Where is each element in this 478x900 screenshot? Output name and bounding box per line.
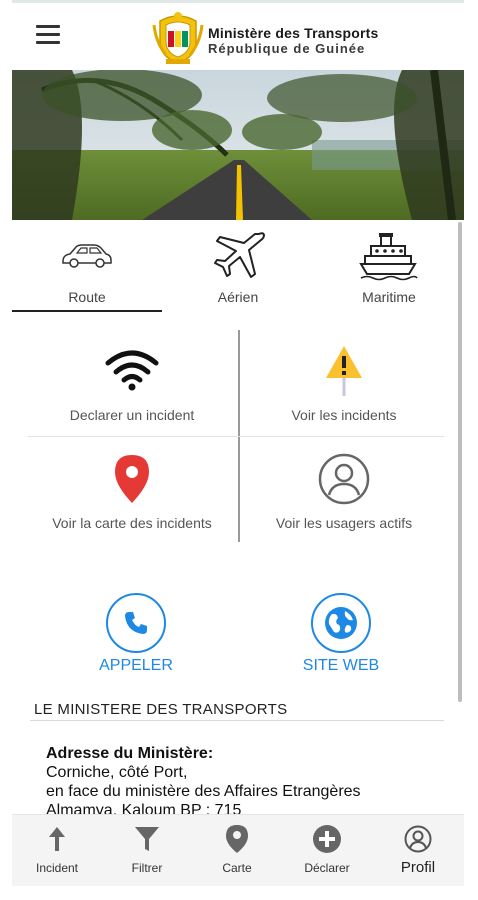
bottom-navigation: Incident Filtrer Carte Déclarer Profil	[12, 814, 464, 886]
active-users-label: Voir les usagers actifs	[275, 515, 413, 531]
declare-incident-label: Declarer un incident	[69, 407, 195, 423]
app-screen: Ministère des Transports République de G…	[12, 0, 464, 900]
nav-map-label: Carte	[222, 861, 252, 875]
nav-filter[interactable]: Filtrer	[102, 815, 192, 887]
call-button[interactable]: APPELER	[66, 593, 206, 683]
road-hero-image	[12, 70, 464, 220]
nav-filter-label: Filtrer	[131, 861, 163, 875]
website-button[interactable]: SITE WEB	[271, 593, 411, 683]
address-line-2: en face du ministère des Affaires Etrang…	[46, 783, 361, 800]
nav-incident[interactable]: Incident	[12, 815, 102, 887]
airplane-icon	[214, 232, 265, 278]
address-heading: Adresse du Ministère:	[46, 745, 214, 762]
nav-profile-label: Profil	[400, 859, 436, 876]
map-pin-icon	[115, 455, 149, 503]
view-incidents-tile[interactable]: Voir les incidents	[240, 330, 448, 434]
ministry-section-title: LE MINISTERE DES TRANSPORTS	[34, 701, 288, 718]
app-header: Ministère des Transports République de G…	[12, 3, 464, 70]
location-pin-icon	[226, 825, 248, 853]
wifi-signal-icon	[105, 350, 159, 391]
incidents-map-label: Voir la carte des incidents	[52, 515, 212, 531]
tab-route[interactable]: Route	[12, 222, 162, 312]
tab-maritime-label: Maritime	[362, 289, 416, 305]
guinea-coat-of-arms-logo	[152, 12, 204, 64]
incidents-map-tile[interactable]: Voir la carte des incidents	[28, 438, 236, 542]
bottom-margin	[0, 886, 478, 900]
add-circle-icon	[313, 825, 341, 853]
declare-incident-tile[interactable]: Declarer un incident	[28, 330, 236, 434]
active-users-tile[interactable]: Voir les usagers actifs	[240, 438, 448, 542]
ship-icon	[359, 233, 418, 281]
filter-icon	[135, 827, 159, 851]
tab-aerien-label: Aérien	[217, 289, 259, 305]
hamburger-menu-icon[interactable]	[36, 25, 60, 45]
tab-route-label: Route	[68, 289, 106, 305]
phone-icon	[125, 612, 147, 634]
transport-mode-tabs: Route Aérien Maritime	[12, 222, 464, 314]
scrollbar[interactable]	[458, 222, 462, 702]
website-label: SITE WEB	[302, 657, 380, 674]
car-icon	[62, 244, 112, 268]
address-line-1: Corniche, côté Port,	[46, 764, 188, 781]
tab-aerien[interactable]: Aérien	[163, 222, 313, 312]
action-grid: Declarer un incident Voir les incidents	[28, 330, 444, 542]
tab-maritime[interactable]: Maritime	[314, 222, 464, 312]
call-label: APPELER	[99, 657, 173, 674]
nav-profile[interactable]: Profil	[372, 815, 464, 887]
nav-map[interactable]: Carte	[192, 815, 282, 887]
nav-declare-label: Déclarer	[304, 861, 350, 875]
grid-divider-horizontal	[28, 436, 444, 437]
globe-icon	[325, 607, 357, 639]
section-divider	[30, 720, 444, 721]
nav-declare[interactable]: Déclarer	[282, 815, 372, 887]
profile-icon	[404, 825, 432, 853]
user-circle-icon	[318, 453, 370, 505]
arrow-up-icon	[49, 827, 65, 851]
warning-icon	[326, 346, 362, 396]
country-subtitle: République de Guinée	[208, 41, 366, 56]
nav-incident-label: Incident	[35, 861, 79, 875]
ministry-title: Ministère des Transports	[208, 25, 379, 41]
ministry-address: Adresse du Ministère: Corniche, côté Por…	[46, 744, 361, 820]
view-incidents-label: Voir les incidents	[291, 407, 397, 423]
